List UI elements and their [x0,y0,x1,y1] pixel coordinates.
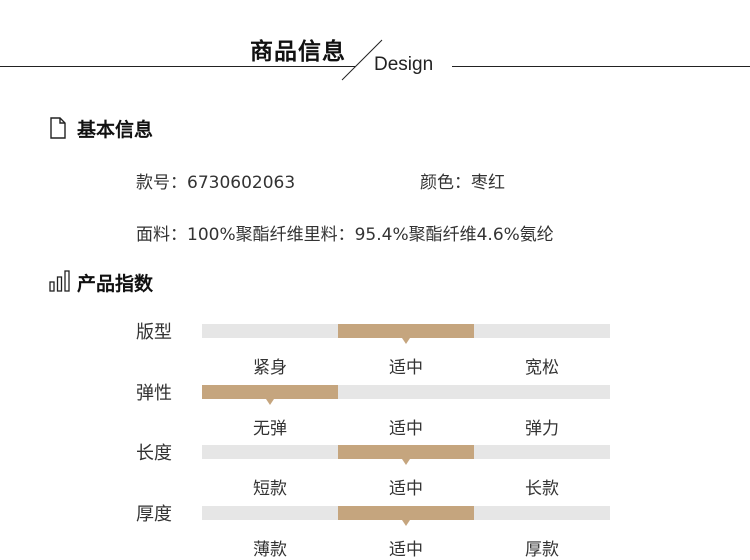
page-title: 商品信息 [250,39,346,65]
header-divider-right [452,66,750,67]
index-bar-track [202,385,610,405]
index-bar-pointer [266,399,274,405]
bar-chart-icon [49,270,70,292]
index-option-label: 无弹 [253,419,287,439]
index-option-label: 宽松 [525,358,559,378]
style-number: 款号：6730602063 [136,173,296,193]
index-bar-track [202,324,610,344]
index-label: 厚度 [136,504,172,525]
index-option-label: 长款 [525,479,559,499]
index-option-label: 适中 [389,419,423,439]
index-option-label: 适中 [389,540,423,560]
index-option-label: 适中 [389,358,423,378]
page-subtitle: Design [374,54,434,75]
index-label: 弹性 [136,383,172,404]
index-bar-pointer [402,459,410,465]
index-option-label: 薄款 [253,540,287,560]
index-option-label: 短款 [253,479,287,499]
index-bar-selected-segment [338,445,474,459]
document-icon [50,117,66,139]
index-option-label: 适中 [389,479,423,499]
fabric-composition: 面料：100%聚酯纤维里料：95.4%聚酯纤维4.6%氨纶 [136,225,554,245]
index-bar-selected-segment [202,385,338,399]
index-bar-track [202,506,610,526]
section-title-product-index: 产品指数 [77,273,154,295]
index-label: 版型 [136,322,172,343]
section-title-basic-info: 基本信息 [77,119,154,141]
index-option-label: 厚款 [525,540,559,560]
index-bar-pointer [402,338,410,344]
index-bar-selected-segment [338,506,474,520]
color-value: 颜色：枣红 [420,173,505,193]
index-label: 长度 [136,443,172,464]
index-option-label: 紧身 [253,358,287,378]
index-option-label: 弹力 [525,419,559,439]
header-divider-left [0,66,355,67]
index-bar-pointer [402,520,410,526]
index-bar-track [202,445,610,465]
index-bar-selected-segment [338,324,474,338]
